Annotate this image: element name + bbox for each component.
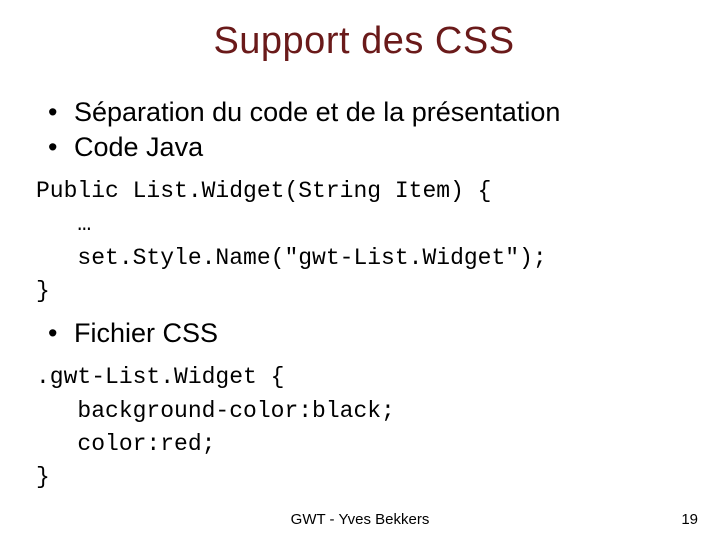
bullet-list-1: Séparation du code et de la présentation… (36, 97, 692, 163)
slide: Support des CSS Séparation du code et de… (0, 0, 720, 540)
bullet-item: Fichier CSS (48, 318, 692, 349)
bullet-item: Séparation du code et de la présentation (48, 97, 692, 128)
code-block-java: Public List.Widget(String Item) { … set.… (36, 175, 692, 308)
bullet-item: Code Java (48, 132, 692, 163)
bullet-list-2: Fichier CSS (36, 318, 692, 349)
slide-footer: GWT - Yves Bekkers (0, 511, 720, 528)
slide-title: Support des CSS (36, 20, 692, 63)
code-block-css: .gwt-List.Widget { background-color:blac… (36, 361, 692, 494)
page-number: 19 (681, 511, 698, 528)
